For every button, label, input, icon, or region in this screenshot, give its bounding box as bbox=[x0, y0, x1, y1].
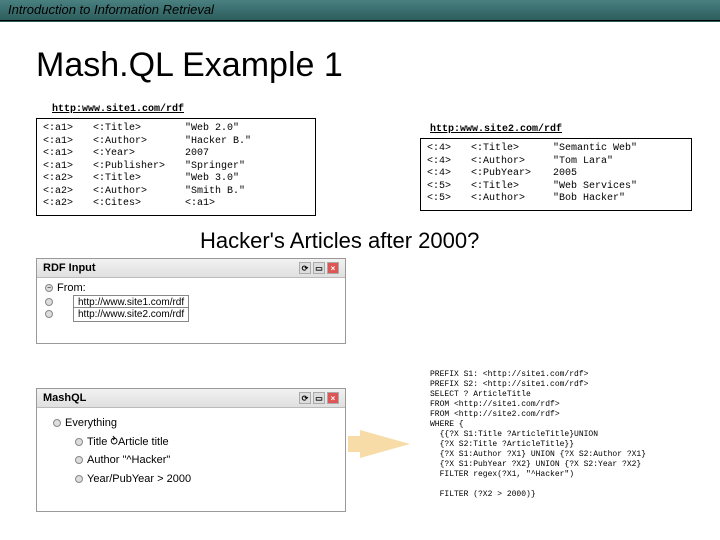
header-underline bbox=[0, 20, 720, 21]
rdf1-row: <:a2><:Cites><:a1> bbox=[43, 198, 309, 211]
rdf-input-header: RDF Input ⟳ ▭ × bbox=[37, 259, 345, 278]
bullet-icon bbox=[75, 456, 83, 464]
arrow-icon bbox=[360, 430, 410, 458]
tree-item[interactable]: Title ⥁Article title bbox=[75, 433, 335, 452]
close-icon[interactable]: × bbox=[327, 262, 339, 274]
mashql-title: MashQL bbox=[43, 392, 86, 404]
rdf1-row: <:a1><:Title>"Web 2.0" bbox=[43, 123, 309, 136]
rdf2-row: <:4><:Title>"Semantic Web" bbox=[427, 143, 685, 156]
rdf2-row: <:5><:Title>"Web Services" bbox=[427, 181, 685, 194]
rdf-input-title: RDF Input bbox=[43, 262, 96, 274]
panel-controls: ⟳ ▭ × bbox=[299, 262, 339, 274]
bullet-icon bbox=[45, 310, 53, 318]
bullet-icon bbox=[45, 298, 53, 306]
rdf2-row: <:5><:Author>"Bob Hacker" bbox=[427, 193, 685, 206]
tree-item[interactable]: Year/PubYear > 2000 bbox=[75, 470, 335, 489]
sparql-output: PREFIX S1: <http://site1.com/rdf> PREFIX… bbox=[430, 370, 702, 500]
refresh-icon[interactable]: ⟳ bbox=[299, 262, 311, 274]
refresh-icon[interactable]: ⟳ bbox=[299, 392, 311, 404]
query-tree: Everything Title ⥁Article title Author "… bbox=[37, 408, 345, 495]
course-title: Introduction to Information Retrieval bbox=[8, 2, 214, 17]
rdf2-row: <:4><:Author>"Tom Lara" bbox=[427, 156, 685, 169]
from-label: −From: bbox=[45, 282, 337, 294]
tree-root[interactable]: Everything bbox=[53, 414, 335, 433]
minimize-icon[interactable]: ▭ bbox=[313, 262, 325, 274]
rdf2-row: <:4><:PubYear>2005 bbox=[427, 168, 685, 181]
rdf1-row: <:a1><:Year>2007 bbox=[43, 148, 309, 161]
question-text: Hacker's Articles after 2000? bbox=[200, 228, 479, 254]
panel-controls: ⟳ ▭ × bbox=[299, 392, 339, 404]
mashql-header: MashQL ⟳ ▭ × bbox=[37, 389, 345, 408]
rdf1-row: <:a1><:Author>"Hacker B." bbox=[43, 136, 309, 149]
rdf1-row: <:a2><:Title>"Web 3.0" bbox=[43, 173, 309, 186]
bullet-icon bbox=[53, 419, 61, 427]
rdf-source-1-url: http:www.site1.com/rdf bbox=[52, 104, 184, 115]
tree-item[interactable]: Author "^Hacker" bbox=[75, 451, 335, 470]
close-icon[interactable]: × bbox=[327, 392, 339, 404]
minimize-icon[interactable]: ▭ bbox=[313, 392, 325, 404]
bullet-icon bbox=[75, 438, 83, 446]
slide-title: Mash.QL Example 1 bbox=[36, 46, 343, 85]
rdf1-row: <:a2><:Author>"Smith B." bbox=[43, 186, 309, 199]
rdf-source-1-box: <:a1><:Title>"Web 2.0" <:a1><:Author>"Ha… bbox=[36, 118, 316, 216]
bullet-icon bbox=[75, 475, 83, 483]
bullet-icon: − bbox=[45, 284, 53, 292]
mashql-panel: MashQL ⟳ ▭ × Everything Title ⥁Article t… bbox=[36, 388, 346, 512]
rdf-source-2-url: http:www.site2.com/rdf bbox=[430, 124, 562, 135]
rdf-input-panel: RDF Input ⟳ ▭ × −From: http://www.site1.… bbox=[36, 258, 346, 344]
rdf-source-2-box: <:4><:Title>"Semantic Web" <:4><:Author>… bbox=[420, 138, 692, 211]
url-input-2[interactable]: http://www.site2.com/rdf bbox=[73, 307, 189, 322]
rdf1-row: <:a1><:Publisher>"Springer" bbox=[43, 161, 309, 174]
